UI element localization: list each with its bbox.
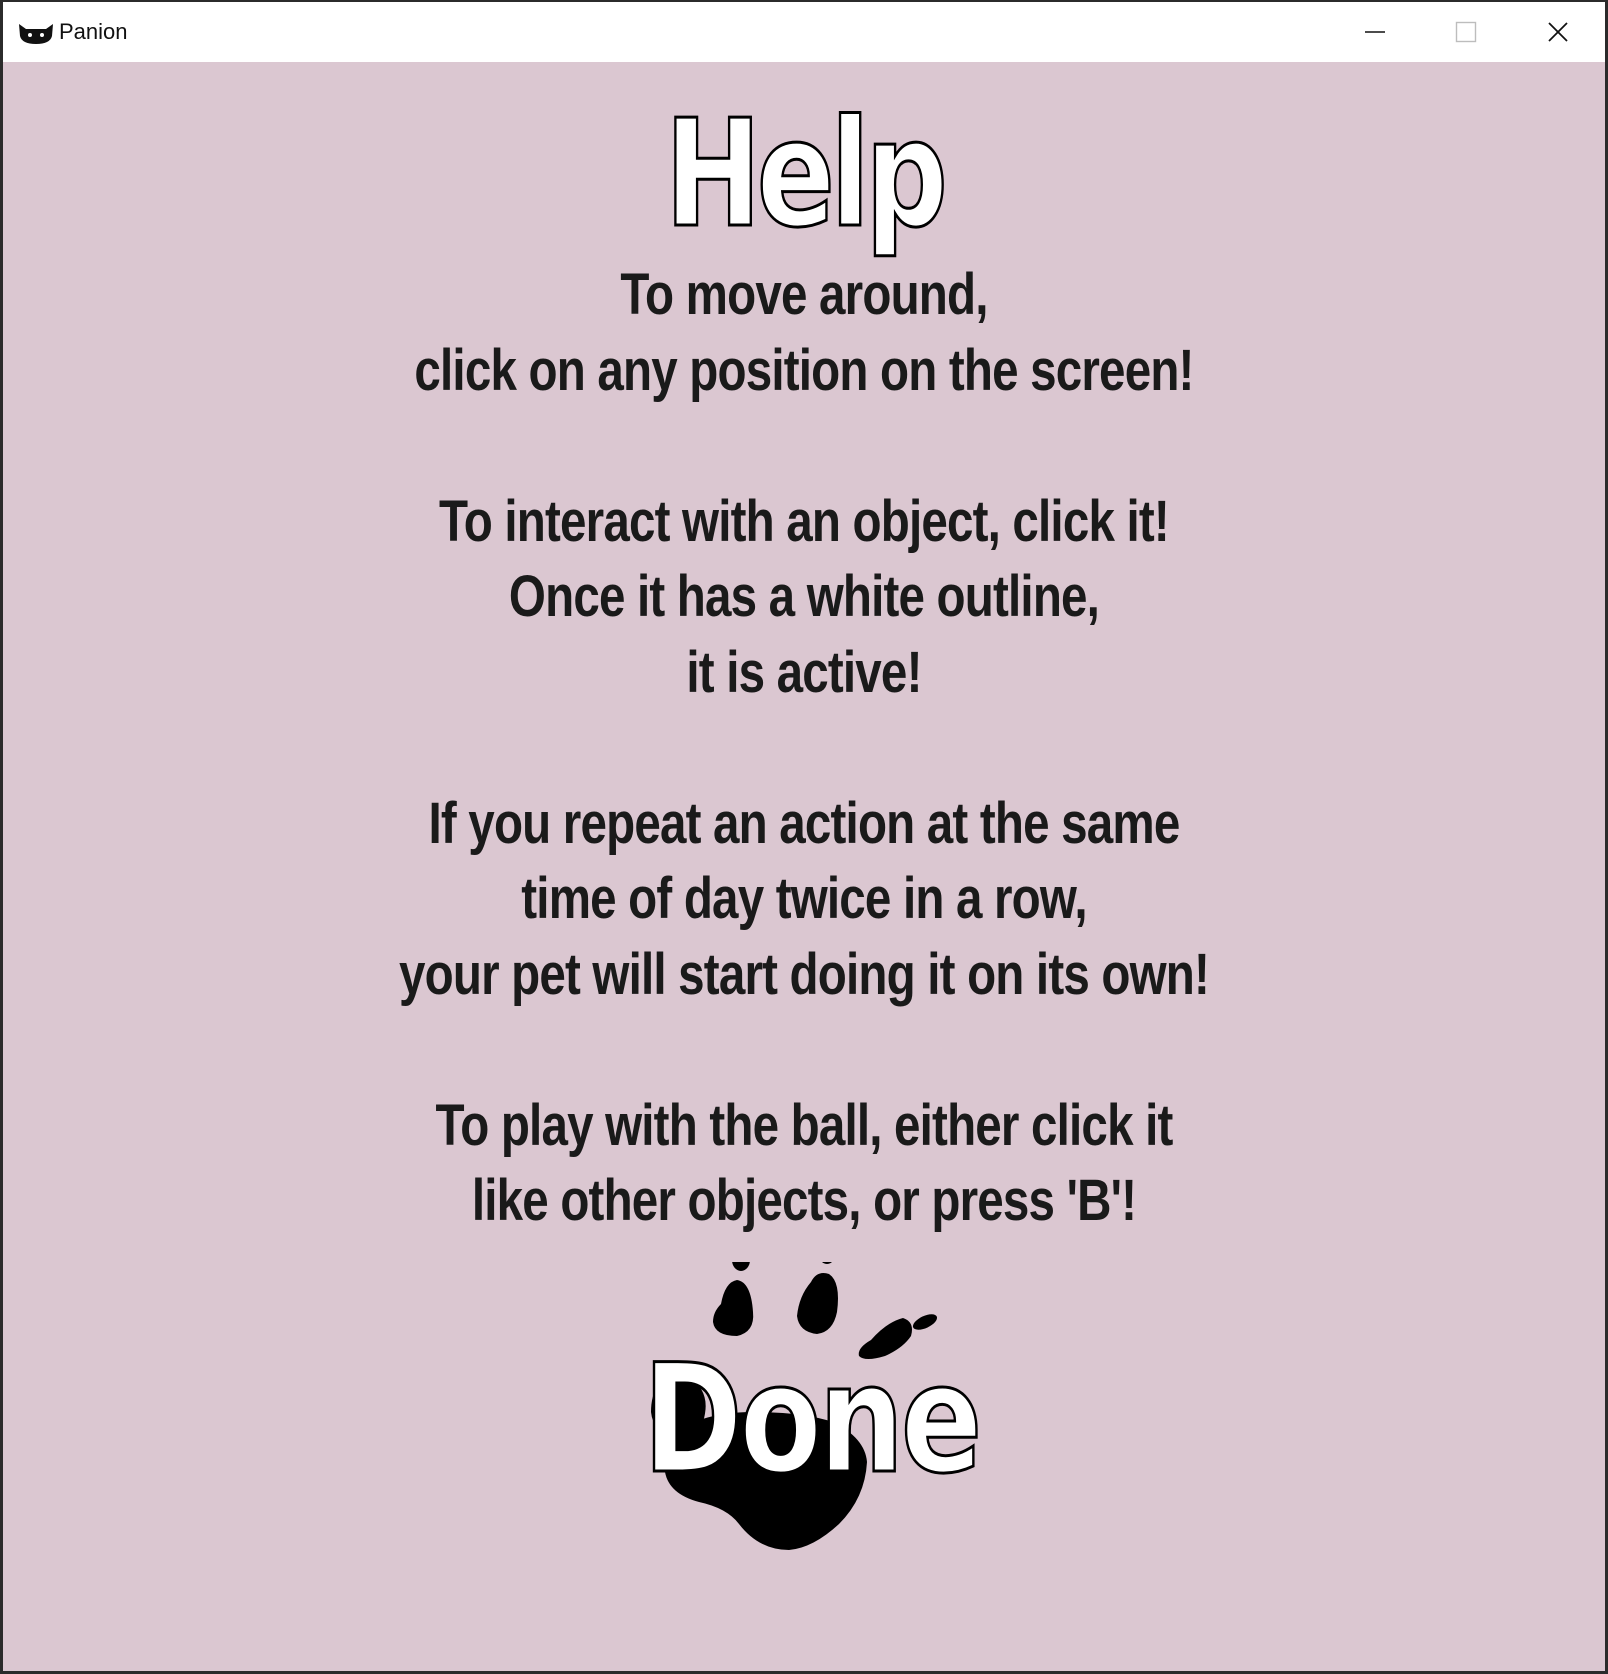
instruction-line: To interact with an object, click it! (439, 488, 1170, 554)
instruction-line: Once it has a white outline, (508, 564, 1100, 629)
help-screen: Help To move around, click on any positi… (3, 62, 1605, 1671)
title-bar[interactable]: Panion (3, 2, 1605, 62)
instruction-line: your pet will start doing it on its own! (398, 941, 1210, 1007)
close-icon (1548, 22, 1568, 42)
instruction-line: If you repeat an action at the same (428, 790, 1181, 856)
maximize-button[interactable] (1421, 2, 1511, 62)
close-button[interactable] (1513, 2, 1603, 62)
instruction-gap (3, 408, 1605, 484)
minimize-icon (1365, 31, 1385, 33)
instruction-line: To play with the ball, either click it (435, 1092, 1173, 1158)
window-title: Panion (59, 19, 128, 44)
instruction-gap (3, 1012, 1605, 1088)
done-label[interactable]: Done (642, 1339, 984, 1502)
instruction-line: To move around, (620, 262, 988, 327)
app-window: Panion Help To move around, click on any… (0, 0, 1608, 1674)
instruction-gap (3, 710, 1605, 786)
instruction-line: time of day twice in a row, (521, 866, 1087, 931)
maximize-icon (1455, 21, 1477, 43)
instruction-line: like other objects, or press 'B'! (471, 1168, 1137, 1233)
cat-face-icon (19, 24, 53, 44)
minimize-button[interactable] (1330, 2, 1420, 62)
help-instructions: To move around, click on any position on… (3, 257, 1605, 1239)
help-title: Help (664, 88, 949, 260)
instruction-line: it is active! (686, 639, 922, 705)
instruction-line: click on any position on the screen! (414, 337, 1194, 403)
done-button[interactable]: Done (603, 1262, 1003, 1582)
